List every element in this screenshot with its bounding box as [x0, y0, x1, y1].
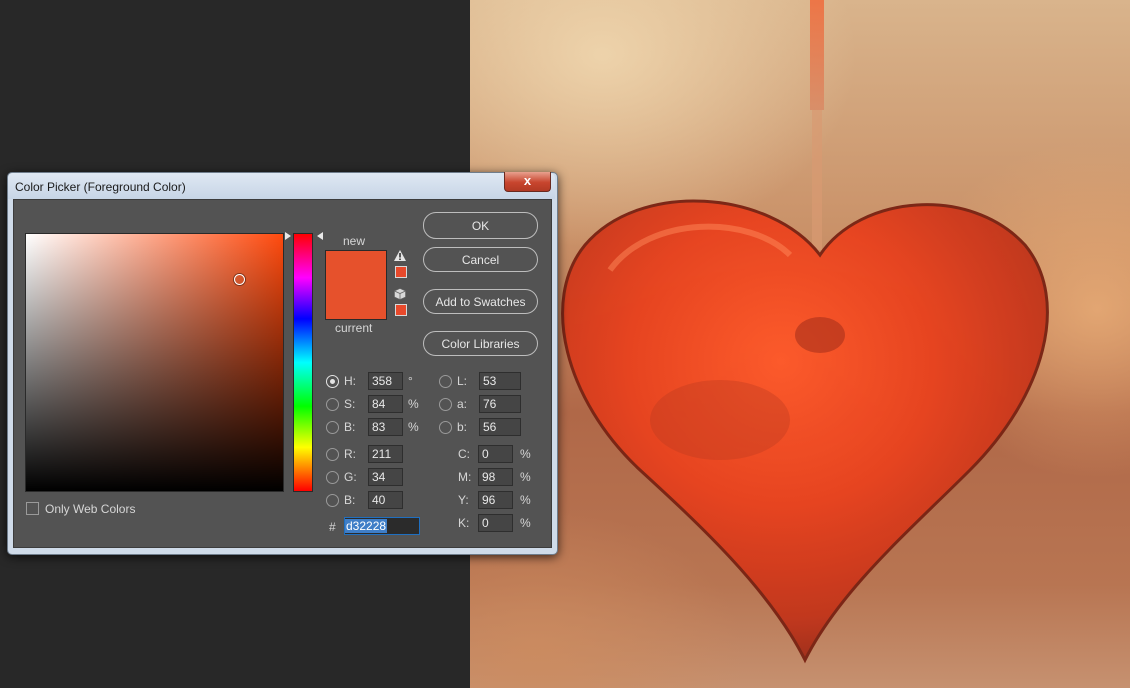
ok-button[interactable]: OK: [423, 212, 538, 239]
out-of-gamut-warning-icon[interactable]: [394, 250, 406, 261]
close-button[interactable]: x: [504, 172, 551, 192]
black-field-row: K: 0 %: [458, 514, 548, 532]
gamut-correction-swatch[interactable]: [395, 266, 407, 278]
color-picker-dialog: Color Picker (Foreground Color) x new cu…: [7, 172, 558, 555]
red-label: R:: [344, 447, 356, 461]
blue-input[interactable]: 40: [368, 491, 403, 509]
yellow-unit: %: [520, 493, 531, 507]
magenta-unit: %: [520, 470, 531, 484]
saturation-brightness-field[interactable]: [25, 233, 284, 492]
cancel-button[interactable]: Cancel: [423, 247, 538, 272]
brightness-radio[interactable]: [326, 421, 339, 434]
brightness-unit: %: [408, 420, 419, 434]
hue-slider[interactable]: [293, 233, 313, 492]
lab-a-label: a:: [457, 397, 468, 411]
dialog-titlebar[interactable]: Color Picker (Foreground Color) x: [8, 172, 555, 199]
magenta-label: M:: [458, 470, 472, 484]
saturation-field-row: S: 84 %: [326, 395, 436, 413]
hue-field-row: H: 358 °: [326, 372, 436, 390]
cyan-input[interactable]: 0: [478, 445, 513, 463]
lab-a-input[interactable]: 76: [479, 395, 521, 413]
new-color-label: new: [343, 234, 366, 248]
brightness-input[interactable]: 83: [368, 418, 403, 436]
lightness-radio[interactable]: [439, 375, 452, 388]
cyan-label: C:: [458, 447, 470, 461]
hue-slider-right-arrow-icon[interactable]: [317, 232, 323, 240]
saturation-input[interactable]: 84: [368, 395, 403, 413]
hue-radio[interactable]: [326, 375, 339, 388]
not-web-safe-cube-icon[interactable]: [394, 288, 406, 300]
saturation-radio[interactable]: [326, 398, 339, 411]
only-web-colors-checkbox[interactable]: [26, 502, 39, 515]
lab-b-field-row: b: 56: [439, 418, 539, 436]
black-label: K:: [458, 516, 470, 530]
magenta-input[interactable]: 98: [478, 468, 513, 486]
add-to-swatches-button[interactable]: Add to Swatches: [423, 289, 538, 314]
dialog-title: Color Picker (Foreground Color): [15, 180, 186, 194]
saturation-label: S:: [344, 397, 356, 411]
lab-b-label: b:: [457, 420, 468, 434]
yellow-field-row: Y: 96 %: [458, 491, 548, 509]
lightness-label: L:: [457, 374, 468, 388]
hue-input[interactable]: 358: [368, 372, 403, 390]
current-color-label: current: [335, 321, 373, 335]
magenta-field-row: M: 98 %: [458, 468, 548, 486]
web-safe-color-swatch[interactable]: [395, 304, 407, 316]
close-icon: x: [523, 173, 532, 188]
hex-hash-label: #: [329, 520, 336, 534]
canvas-heart-painting: [470, 0, 1130, 688]
red-input[interactable]: 211: [368, 445, 403, 463]
hue-slider-left-arrow-icon[interactable]: [285, 232, 291, 240]
green-input[interactable]: 34: [368, 468, 403, 486]
black-input[interactable]: 0: [478, 514, 513, 532]
brightness-label: B:: [344, 420, 356, 434]
hue-label: H:: [344, 374, 356, 388]
brightness-field-row: B: 83 %: [326, 418, 436, 436]
lightness-input[interactable]: 53: [479, 372, 521, 390]
blue-field-row: B: 40: [326, 491, 436, 509]
color-cursor[interactable]: [234, 274, 245, 285]
hex-input[interactable]: d32228: [344, 517, 420, 535]
lightness-field-row: L: 53: [439, 372, 539, 390]
new-current-color-swatch: [325, 250, 387, 320]
lab-b-radio[interactable]: [439, 421, 452, 434]
yellow-input[interactable]: 96: [478, 491, 513, 509]
yellow-label: Y:: [458, 493, 469, 507]
dialog-panel: new current OK Cancel Add to Swatches Co…: [13, 199, 552, 548]
green-label: G:: [344, 470, 357, 484]
lab-b-input[interactable]: 56: [479, 418, 521, 436]
lab-a-radio[interactable]: [439, 398, 452, 411]
black-unit: %: [520, 516, 531, 530]
hue-unit: °: [408, 374, 413, 388]
blue-label: B:: [344, 493, 356, 507]
green-field-row: G: 34: [326, 468, 436, 486]
red-field-row: R: 211: [326, 445, 436, 463]
lab-a-field-row: a: 76: [439, 395, 539, 413]
hex-value-selected: d32228: [345, 519, 388, 533]
cyan-unit: %: [520, 447, 531, 461]
saturation-unit: %: [408, 397, 419, 411]
only-web-colors-label[interactable]: Only Web Colors: [45, 502, 135, 516]
cyan-field-row: C: 0 %: [458, 445, 548, 463]
color-libraries-button[interactable]: Color Libraries: [423, 331, 538, 356]
green-radio[interactable]: [326, 471, 339, 484]
red-radio[interactable]: [326, 448, 339, 461]
blue-radio[interactable]: [326, 494, 339, 507]
